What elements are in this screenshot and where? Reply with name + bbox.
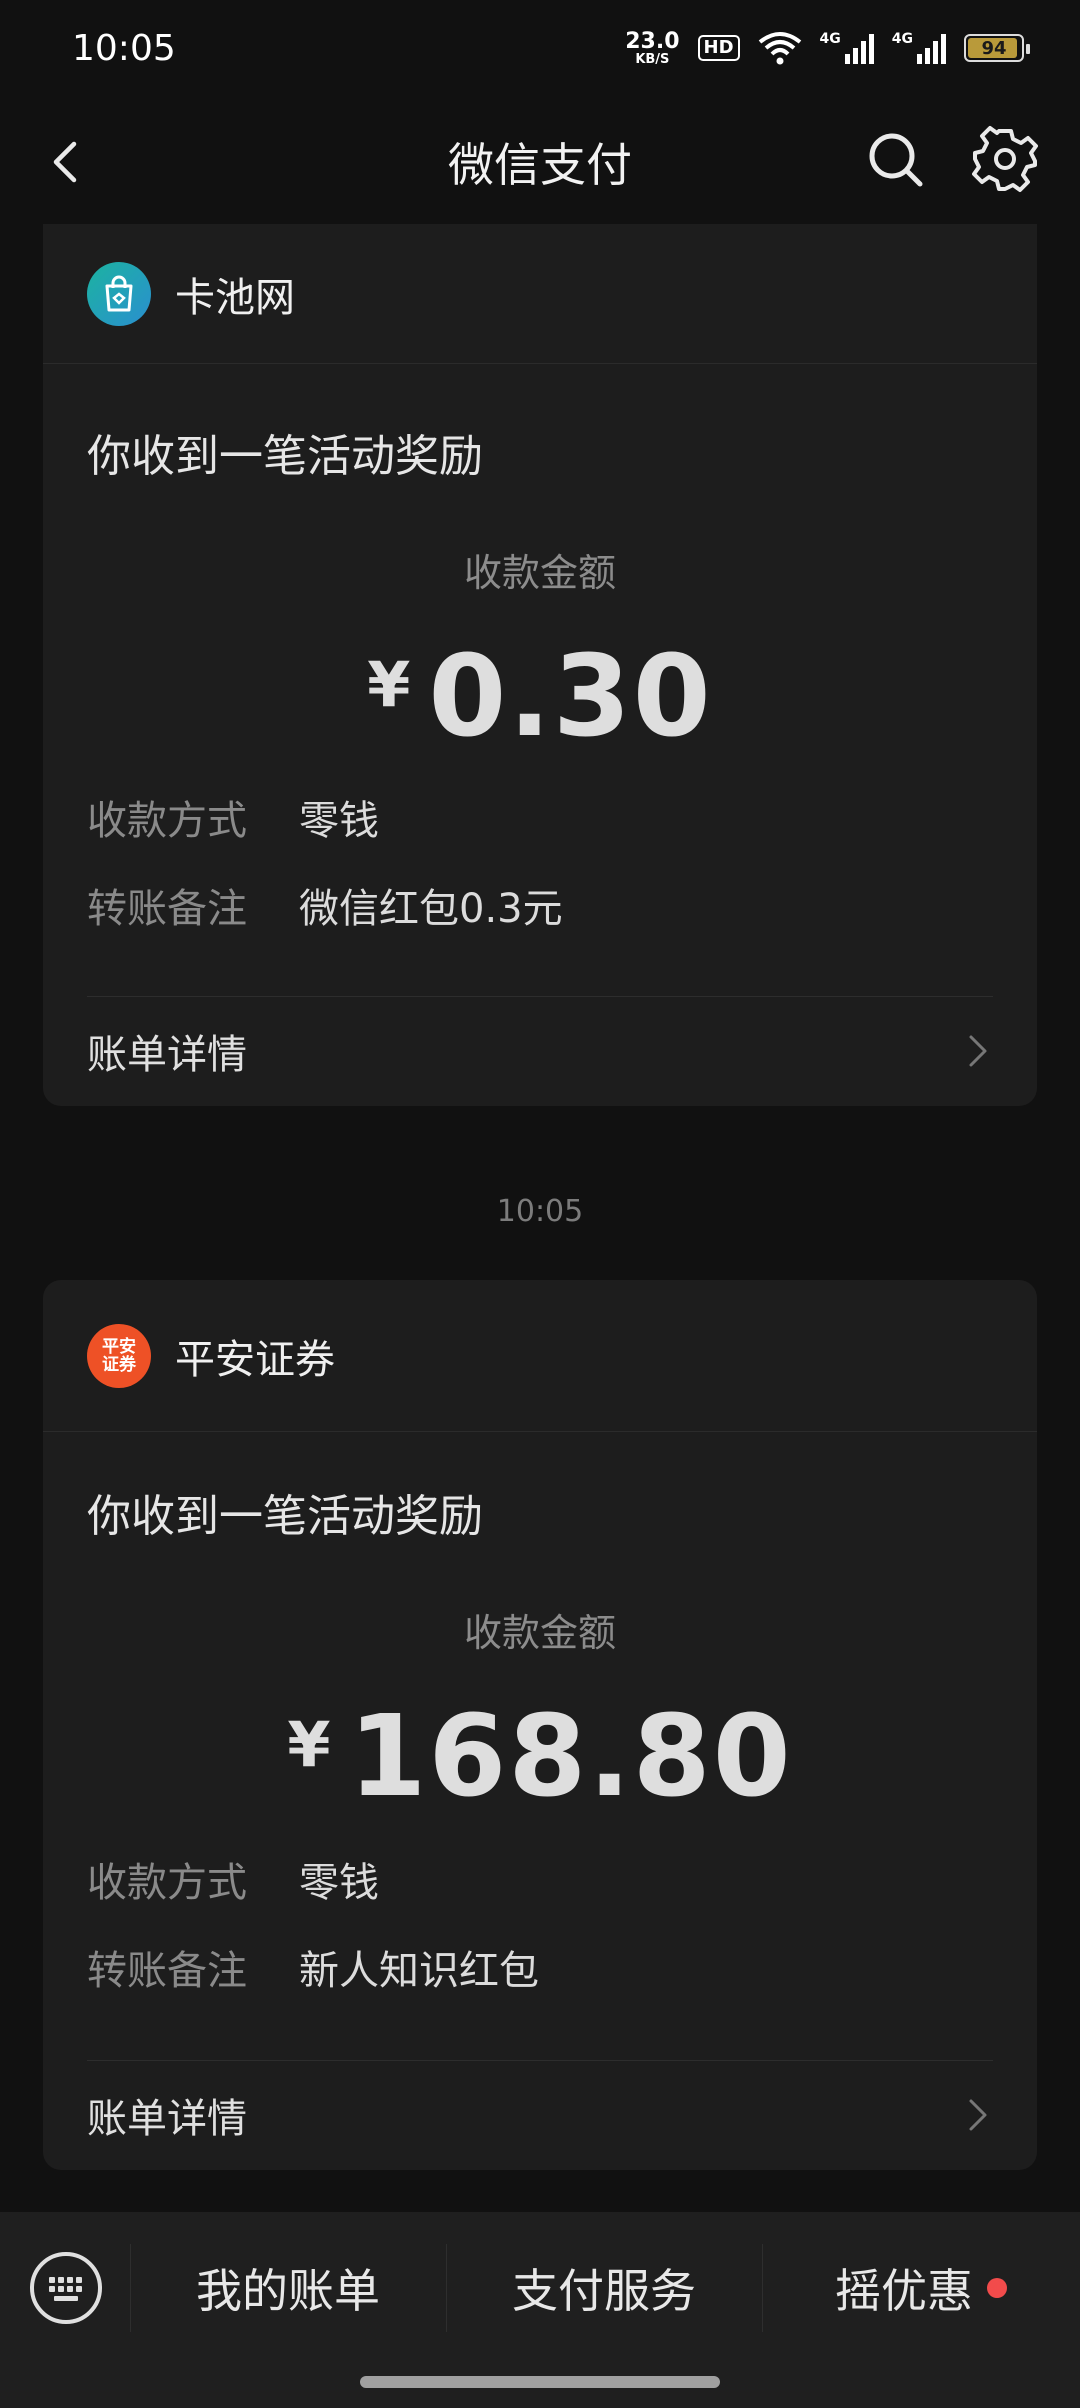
battery-level: 94 bbox=[981, 37, 1007, 59]
amount-value: ¥168.80 bbox=[43, 1692, 1037, 1822]
menu-my-bills[interactable]: 我的账单 bbox=[130, 2242, 446, 2334]
message-card: 卡池网 你收到一笔活动奖励 收款金额 ¥0.30 收款方式 零钱 转账备注 微信… bbox=[43, 224, 1037, 1106]
net-speed-unit: KB/S bbox=[635, 51, 670, 67]
battery-cap bbox=[1026, 44, 1030, 54]
signal-bars-icon bbox=[844, 34, 874, 64]
shopping-bag-icon bbox=[105, 275, 133, 311]
status-time: 10:05 bbox=[72, 27, 176, 69]
bill-details-label: 账单详情 bbox=[87, 1032, 247, 1078]
status-icons: 23.0 KB/S HD 4G 4G 94 bbox=[625, 28, 1030, 67]
bill-details-link[interactable]: 账单详情 bbox=[43, 996, 1037, 1106]
menu-label: 支付服务 bbox=[512, 2264, 696, 2318]
message-timestamp: 10:05 bbox=[496, 1194, 584, 1229]
battery-icon: 94 bbox=[964, 34, 1030, 62]
amount-value: ¥0.30 bbox=[43, 632, 1037, 762]
keyboard-icon[interactable] bbox=[28, 2250, 104, 2326]
search-icon[interactable] bbox=[862, 126, 930, 194]
amount-label: 收款金额 bbox=[463, 551, 616, 595]
network-type-1: 4G bbox=[819, 31, 841, 47]
home-indicator[interactable] bbox=[360, 2376, 720, 2388]
menu-payment-services[interactable]: 支付服务 bbox=[446, 2242, 762, 2334]
status-bar: 10:05 23.0 KB/S HD 4G 4G 94 bbox=[0, 0, 1080, 96]
notification-dot bbox=[987, 2278, 1007, 2298]
bill-details-link[interactable]: 账单详情 bbox=[43, 2060, 1037, 2170]
detail-row: 收款方式 零钱 bbox=[87, 1850, 379, 1908]
merchant-name: 卡池网 bbox=[175, 274, 295, 321]
card-merchant-header[interactable]: 卡池网 bbox=[43, 224, 1037, 364]
hd-icon: HD bbox=[697, 35, 740, 61]
detail-value: 微信红包0.3元 bbox=[299, 886, 563, 932]
detail-value: 零钱 bbox=[299, 798, 379, 844]
bottom-menu-bar: 我的账单 支付服务 摇优惠 bbox=[0, 2212, 1080, 2408]
detail-key: 转账备注 bbox=[87, 1948, 247, 1994]
detail-key: 转账备注 bbox=[87, 886, 247, 932]
chevron-right-icon bbox=[969, 1035, 987, 1067]
signal-bars-icon bbox=[917, 34, 946, 64]
detail-row: 收款方式 零钱 bbox=[87, 788, 379, 846]
menu-label: 摇优惠 bbox=[835, 2264, 973, 2318]
detail-value: 零钱 bbox=[299, 1860, 379, 1906]
chevron-right-icon bbox=[969, 2099, 987, 2131]
menu-shake-deals[interactable]: 摇优惠 bbox=[762, 2242, 1080, 2334]
gear-icon[interactable] bbox=[970, 124, 1040, 194]
detail-key: 收款方式 bbox=[87, 798, 247, 844]
menu-label: 我的账单 bbox=[196, 2264, 380, 2318]
detail-row: 转账备注 新人知识红包 bbox=[87, 1938, 539, 1996]
card-headline: 你收到一笔活动奖励 bbox=[87, 431, 483, 482]
top-app-bar: 微信支付 bbox=[0, 96, 1080, 228]
back-icon[interactable] bbox=[34, 130, 98, 194]
signal-1: 4G bbox=[820, 32, 874, 64]
merchant-name: 平安证券 bbox=[175, 1336, 335, 1383]
message-card: 平安证券 平安证券 你收到一笔活动奖励 收款金额 ¥168.80 收款方式 零钱… bbox=[43, 1280, 1037, 2170]
bill-details-label: 账单详情 bbox=[87, 2096, 247, 2142]
detail-row: 转账备注 微信红包0.3元 bbox=[87, 876, 563, 934]
net-speed: 23.0 KB/S bbox=[625, 28, 680, 67]
merchant-logo: 平安证券 bbox=[87, 1323, 151, 1388]
net-speed-value: 23.0 bbox=[625, 28, 680, 54]
network-type-2: 4G bbox=[891, 31, 913, 47]
detail-key: 收款方式 bbox=[87, 1860, 247, 1906]
wifi-icon bbox=[758, 32, 801, 65]
amount-label: 收款金额 bbox=[463, 1611, 616, 1655]
detail-value: 新人知识红包 bbox=[299, 1948, 539, 1994]
logo-text: 平安证券 bbox=[102, 1336, 136, 1375]
currency-symbol: ¥ bbox=[367, 648, 411, 721]
card-merchant-header[interactable]: 平安证券 平安证券 bbox=[43, 1280, 1037, 1432]
amount-number: 168.80 bbox=[348, 1692, 793, 1822]
card-headline: 你收到一笔活动奖励 bbox=[87, 1491, 483, 1542]
amount-number: 0.30 bbox=[428, 632, 713, 762]
merchant-logo bbox=[87, 261, 151, 326]
page-title: 微信支付 bbox=[448, 138, 632, 192]
signal-2: 4G bbox=[892, 32, 946, 64]
currency-symbol: ¥ bbox=[287, 1708, 331, 1781]
